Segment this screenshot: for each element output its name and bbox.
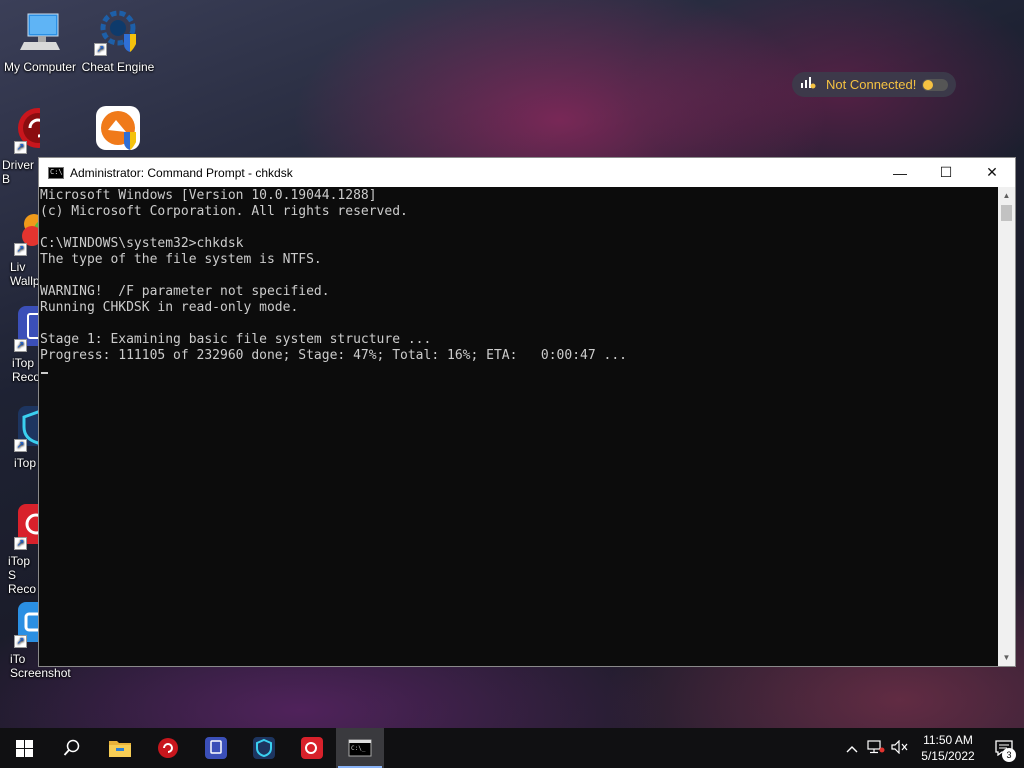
desktop-icon-cheat-engine[interactable]: ↗ Cheat Engine <box>78 8 158 74</box>
desktop-icon-itop-screen-recorder[interactable]: ↗ iTop S Reco <box>0 502 40 596</box>
itop-vpn-icon: ↗ <box>14 404 40 452</box>
start-icon <box>15 739 33 757</box>
notification-center-button[interactable]: 3 <box>984 728 1024 768</box>
taskbar-driver-booster[interactable] <box>144 728 192 768</box>
notification-count-badge: 3 <box>1002 748 1016 762</box>
vpn-toggle[interactable] <box>922 78 948 91</box>
console-line: Stage 1: Examining basic file system str… <box>40 332 432 347</box>
desktop-icon-itop-vpn[interactable]: ↗ iTop <box>0 404 40 470</box>
taskbar: C:\_ 11:50 AM 5/15/2022 3 <box>0 728 1024 768</box>
console-line: C:\WINDOWS\system32>chkdsk <box>40 236 244 251</box>
itop-screen-recorder-icon <box>301 737 323 759</box>
console-line: The type of the file system is NTFS. <box>40 252 322 267</box>
computer-icon <box>16 8 64 56</box>
console-line: (c) Microsoft Corporation. All rights re… <box>40 204 408 219</box>
taskbar-command-prompt[interactable]: C:\_ <box>336 728 384 768</box>
network-icon[interactable] <box>864 739 888 757</box>
itop-screen-recorder-icon: ↗ <box>14 502 40 550</box>
minimize-button[interactable]: — <box>877 158 923 187</box>
vertical-scrollbar[interactable]: ▲ ▼ <box>998 187 1015 666</box>
desktop-icon-label: Driver B <box>2 158 34 186</box>
command-prompt-icon: C:\ <box>48 166 64 179</box>
system-tray: 11:50 AM 5/15/2022 3 <box>840 728 1024 768</box>
shortcut-arrow-icon: ↗ <box>14 537 27 550</box>
window-title: Administrator: Command Prompt - chkdsk <box>70 165 293 180</box>
console-output[interactable]: Microsoft Windows [Version 10.0.19044.12… <box>39 187 998 666</box>
desktop-icon-itop-recovery[interactable]: ↗ iTop Reco <box>0 304 40 384</box>
desktop-icon-avast-cleanup[interactable] <box>78 106 158 158</box>
scroll-down-icon[interactable]: ▼ <box>998 649 1015 666</box>
avast-cleanup-icon <box>94 106 142 154</box>
start-button[interactable] <box>0 728 48 768</box>
desktop-icon-lively-wallpaper[interactable]: ↗ Liv Wallp <box>0 208 40 288</box>
lively-wallpaper-icon: ↗ <box>14 208 40 256</box>
close-button[interactable]: ✕ <box>969 158 1015 187</box>
shortcut-arrow-icon: ↗ <box>14 635 27 648</box>
shortcut-arrow-icon: ↗ <box>94 43 107 56</box>
itop-recovery-icon: ↗ <box>14 304 40 352</box>
desktop-icon-label: My Computer <box>3 60 77 74</box>
title-bar[interactable]: C:\ Administrator: Command Prompt - chkd… <box>39 158 1015 187</box>
volume-muted-icon[interactable] <box>888 739 912 757</box>
vpn-status-text: Not Connected! <box>826 77 917 92</box>
search-icon <box>63 739 80 756</box>
maximize-button[interactable]: ☐ <box>923 158 969 187</box>
taskbar-itop-screen-recorder[interactable] <box>288 728 336 768</box>
desktop-icon-label: Cheat Engine <box>81 60 155 74</box>
driver-booster-icon: ↗ <box>14 106 40 154</box>
clock-date: 5/15/2022 <box>921 749 975 763</box>
svg-text:C:\_: C:\_ <box>351 745 366 752</box>
console-line: Running CHKDSK in read-only mode. <box>40 300 299 315</box>
itop-screenshot-icon: ↗ <box>0 600 40 648</box>
desktop-icon-label: iTop <box>14 456 37 470</box>
itop-vpn-icon <box>253 737 275 759</box>
vpn-status-widget[interactable]: Not Connected! <box>792 72 956 97</box>
desktop-icon-label: iTop S Reco <box>8 554 37 596</box>
desktop-icon-driver-booster[interactable]: ↗ Driver B <box>0 106 40 186</box>
chevron-up-icon[interactable] <box>840 741 864 756</box>
text-cursor <box>41 372 48 374</box>
vpn-signal-icon <box>800 75 816 94</box>
shortcut-arrow-icon: ↗ <box>14 339 27 352</box>
command-prompt-window[interactable]: C:\ Administrator: Command Prompt - chkd… <box>38 157 1016 667</box>
taskbar-file-explorer[interactable] <box>96 728 144 768</box>
itop-recovery-icon <box>205 737 227 759</box>
driver-booster-icon <box>158 738 178 758</box>
desktop-icon-my-computer[interactable]: My Computer <box>0 8 80 74</box>
clock-time: 11:50 AM <box>923 733 973 747</box>
console-line: Microsoft Windows [Version 10.0.19044.12… <box>40 188 377 203</box>
search-button[interactable] <box>48 728 96 768</box>
shortcut-arrow-icon: ↗ <box>14 243 27 256</box>
console-line: WARNING! /F parameter not specified. <box>40 284 330 299</box>
shortcut-arrow-icon: ↗ <box>14 141 27 154</box>
clock[interactable]: 11:50 AM 5/15/2022 <box>912 732 984 764</box>
console-line: Progress: 111105 of 232960 done; Stage: … <box>40 348 627 363</box>
desktop-icon-label: Liv Wallp <box>10 260 40 288</box>
taskbar-itop-vpn[interactable] <box>240 728 288 768</box>
scroll-up-icon[interactable]: ▲ <box>998 187 1015 204</box>
file-explorer-icon <box>109 741 131 757</box>
scroll-thumb[interactable] <box>1001 205 1012 221</box>
desktop-icon-label: iTop Reco <box>12 356 40 384</box>
taskbar-itop-recovery[interactable] <box>192 728 240 768</box>
shortcut-arrow-icon: ↗ <box>14 439 27 452</box>
cheat-engine-icon: ↗ <box>94 8 142 56</box>
command-prompt-icon: C:\_ <box>348 739 372 757</box>
